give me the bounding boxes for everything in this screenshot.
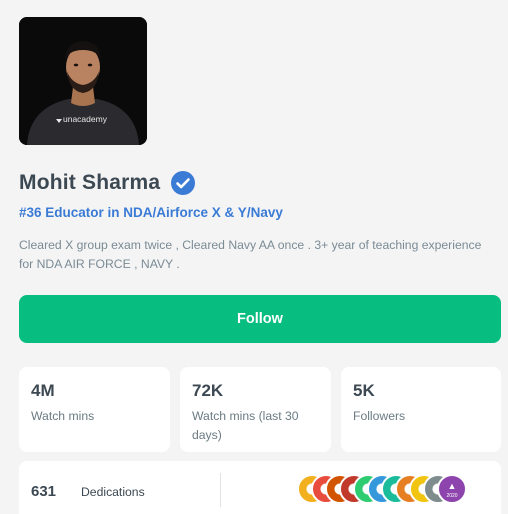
stat-card-watch-mins-30-days: 72K Watch mins (last 30 days)	[180, 367, 331, 452]
verified-check-icon	[171, 171, 196, 195]
educator-avatar: unacademy	[19, 17, 147, 145]
educator-photo: unacademy	[19, 17, 147, 145]
divider	[220, 473, 221, 507]
dedications-card[interactable]: 631 Dedications 2020 ▲	[19, 461, 501, 514]
dedications-label: Dedications	[81, 485, 145, 499]
graduation-cap-icon: ▲	[447, 481, 457, 491]
educator-bio: Cleared X group exam twice , Cleared Nav…	[19, 238, 482, 271]
dedications-count: 631	[31, 483, 57, 500]
stat-label: Watch mins	[31, 409, 95, 423]
dedication-badge-2020: 2020 ▲	[437, 474, 467, 504]
shirt-logo-text: unacademy	[63, 114, 108, 124]
educator-rank[interactable]: #36 Educator in NDA/Airforce X & Y/Navy	[19, 205, 283, 220]
stat-value: 5K	[353, 381, 375, 400]
educator-name-row: Mohit Sharma	[19, 170, 196, 196]
dedication-badges[interactable]: 2020 ▲	[297, 474, 477, 504]
stat-card-watch-mins: 4M Watch mins	[19, 367, 170, 452]
follow-button[interactable]: Follow	[19, 295, 501, 343]
badge-year-text: 2020	[446, 493, 458, 499]
educator-name: Mohit Sharma	[19, 171, 161, 194]
stat-card-followers: 5K Followers	[341, 367, 501, 452]
stat-label: Followers	[353, 409, 406, 423]
stat-value: 72K	[192, 381, 224, 400]
stat-value: 4M	[31, 381, 55, 400]
stat-label: Watch mins (last 30 days)	[192, 409, 299, 442]
